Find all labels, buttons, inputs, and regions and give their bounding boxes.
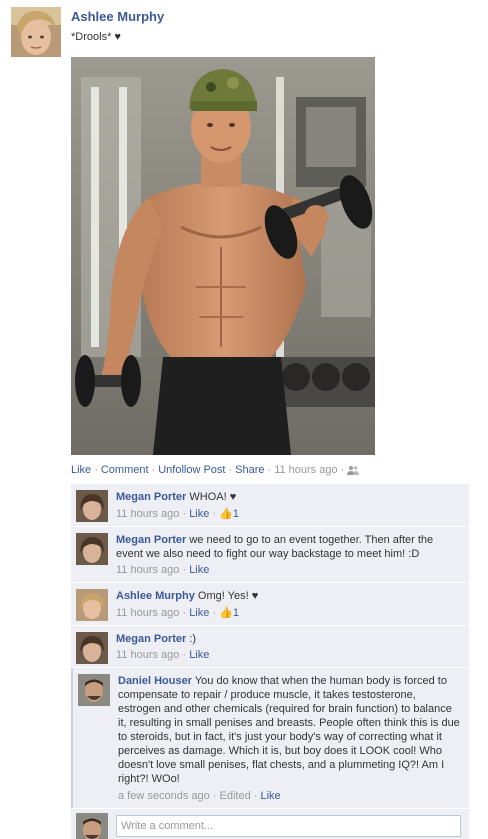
friends-icon[interactable] — [347, 465, 360, 476]
comment-item: Ashlee Murphy Omg! Yes! ♥ 11 hours ago ·… — [71, 583, 469, 626]
comment-link[interactable]: Comment — [101, 464, 149, 476]
comment-like-link[interactable]: Like — [189, 508, 209, 520]
commenter-avatar[interactable] — [76, 589, 108, 621]
comment-time[interactable]: 11 hours ago — [116, 649, 179, 661]
edited-label[interactable]: Edited — [220, 790, 251, 802]
comment-item: Megan Porter :) 11 hours ago · Like — [71, 626, 469, 668]
separator: · — [340, 464, 345, 476]
comment-time[interactable]: 11 hours ago — [116, 564, 179, 576]
comment-time[interactable]: 11 hours ago — [116, 508, 179, 520]
commenter-avatar[interactable] — [78, 674, 110, 706]
thumbs-up-icon[interactable]: 👍 — [219, 607, 233, 619]
commenter-avatar[interactable] — [76, 632, 108, 664]
comment-author[interactable]: Megan Porter — [116, 491, 186, 503]
post-timestamp[interactable]: 11 hours ago — [274, 464, 337, 476]
post-author-name[interactable]: Ashlee Murphy — [71, 9, 164, 24]
comment-like-link[interactable]: Like — [261, 790, 281, 802]
comment-text: WHOA! ♥ — [189, 491, 237, 503]
comment-text: You do know that when the human body is … — [118, 675, 460, 785]
commenter-avatar[interactable] — [76, 533, 108, 565]
comment-like-link[interactable]: Like — [189, 564, 209, 576]
comment-item: Megan Porter WHOA! ♥ 11 hours ago · Like… — [71, 484, 469, 527]
comment-list: Megan Porter WHOA! ♥ 11 hours ago · Like… — [71, 484, 469, 839]
share-link[interactable]: Share — [235, 464, 264, 476]
post-photo[interactable] — [71, 57, 375, 455]
comment-composer: Write a comment... — [71, 809, 469, 839]
comment-input[interactable]: Write a comment... — [116, 815, 461, 837]
comment-like-link[interactable]: Like — [189, 607, 209, 619]
comment-author[interactable]: Megan Porter — [116, 534, 186, 546]
author-avatar[interactable] — [11, 7, 61, 57]
comment-like-link[interactable]: Like — [189, 649, 209, 661]
comment-like-count[interactable]: 1 — [233, 607, 239, 619]
post-action-bar: Like · Comment · Unfollow Post · Share · 11 hour… — [71, 464, 360, 476]
thumbs-up-icon[interactable]: 👍 — [219, 508, 233, 520]
comment-item: Megan Porter we need to go to an event t… — [71, 527, 469, 583]
separator: · — [228, 464, 233, 476]
comment-time[interactable]: a few seconds ago — [118, 790, 210, 802]
current-user-avatar — [76, 813, 108, 839]
comment-item: Daniel Houser You do know that when the … — [71, 668, 469, 809]
comment-author[interactable]: Daniel Houser — [118, 675, 192, 687]
comment-text: :) — [189, 633, 197, 645]
like-link[interactable]: Like — [71, 464, 91, 476]
unfollow-post-link[interactable]: Unfollow Post — [158, 464, 225, 476]
separator: · — [94, 464, 98, 476]
comment-text: Omg! Yes! ♥ — [197, 590, 259, 602]
comment-author[interactable]: Megan Porter — [116, 633, 186, 645]
separator: · — [151, 464, 156, 476]
comment-like-count[interactable]: 1 — [233, 508, 239, 520]
separator: · — [267, 464, 272, 476]
comment-time[interactable]: 11 hours ago — [116, 607, 179, 619]
commenter-avatar[interactable] — [76, 490, 108, 522]
comment-author[interactable]: Ashlee Murphy — [116, 590, 195, 602]
post-message: *Drools* ♥ — [71, 31, 121, 43]
